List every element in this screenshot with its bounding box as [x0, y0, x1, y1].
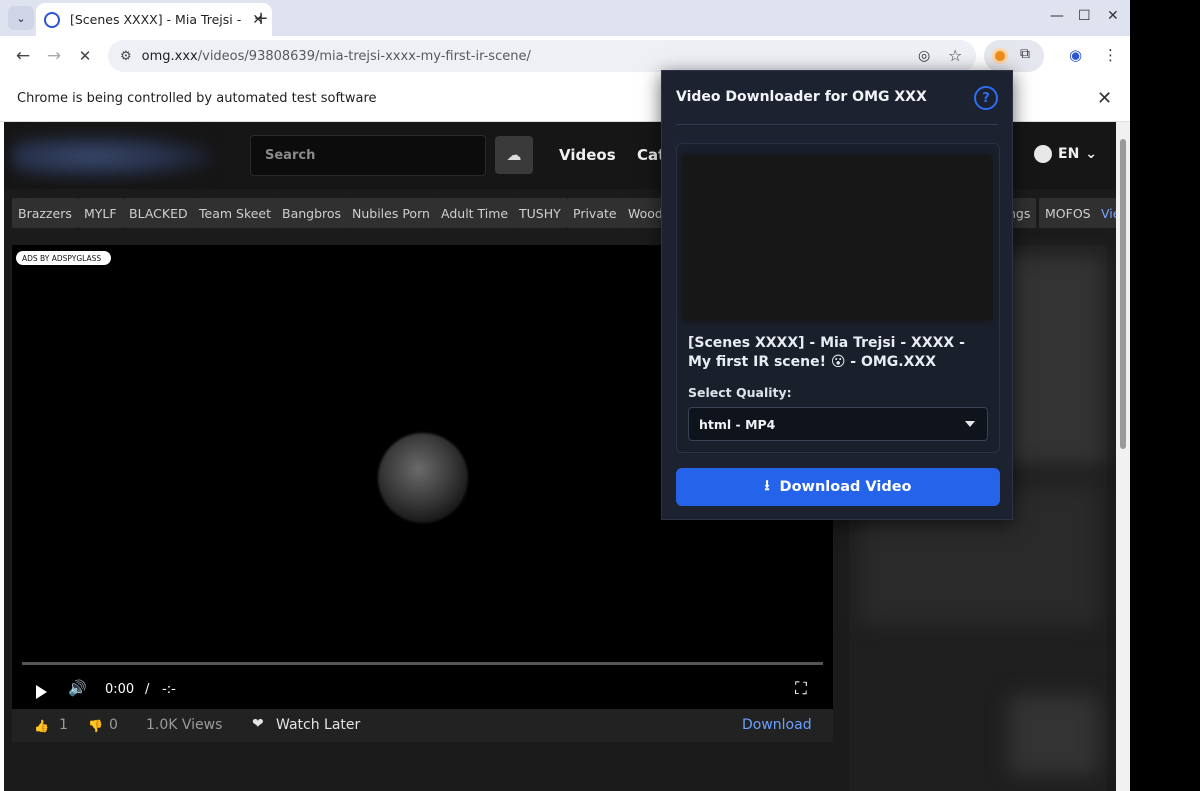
category-chip[interactable]: MOFOS [1039, 198, 1097, 228]
browser-menu-icon[interactable]: ⋮ [1103, 46, 1118, 64]
category-chip[interactable]: Bangbros [276, 198, 348, 228]
category-chip[interactable]: Vie [1095, 198, 1116, 228]
search-placeholder: Search [265, 148, 316, 163]
window-close-button[interactable]: ✕ [1107, 8, 1119, 24]
ads-badge[interactable]: ADS BY ADSPYGLASS [16, 251, 111, 265]
nav-videos-link[interactable]: Videos [559, 146, 616, 164]
address-bar[interactable]: ⚙ omg.xxx/videos/93808639/mia-trejsi-xxx… [108, 40, 976, 72]
related-thumbnail[interactable] [999, 255, 1104, 465]
video-card: [Scenes XXXX] - Mia Trejsi - XXXX - My f… [676, 143, 1000, 453]
language-selector[interactable]: EN ⌄ [1034, 145, 1097, 163]
stop-loading-button[interactable]: ✕ [73, 44, 97, 68]
download-link[interactable]: Download [742, 717, 812, 733]
video-meta-bar: 👍 1 👎 0 1.0K Views ❤ Watch Later Downloa… [12, 709, 833, 742]
back-button[interactable]: ← [11, 44, 35, 68]
like-count: 1 [59, 717, 68, 733]
cloud-upload-icon: ☁ [506, 146, 522, 164]
category-chip[interactable]: BLACKED [123, 198, 194, 228]
scrollbar-thumb[interactable] [1120, 139, 1126, 449]
minimize-button[interactable]: — [1050, 8, 1064, 24]
video-thumbnail [681, 154, 993, 322]
play-button[interactable] [36, 685, 47, 699]
profile-icon[interactable]: ◉ [1069, 46, 1082, 64]
category-chip[interactable]: Brazzers [12, 198, 78, 228]
category-chip[interactable]: Team Skeet [193, 198, 278, 228]
loading-spinner [378, 433, 468, 523]
help-icon[interactable]: ? [974, 86, 998, 110]
tab-strip: ⌄ [Scenes XXXX] - Mia Trejsi - XXXX - My… [0, 0, 1130, 36]
related-thumbnail[interactable] [1009, 695, 1099, 775]
watch-later-button[interactable]: Watch Later [276, 717, 360, 733]
site-logo[interactable] [12, 134, 212, 179]
category-chip[interactable]: TUSHY [513, 198, 567, 228]
dislike-icon[interactable]: 👎 [88, 719, 103, 733]
infobar-close-icon[interactable]: ✕ [1097, 88, 1112, 109]
category-chip[interactable]: Nubiles Porn [346, 198, 436, 228]
video-downloader-popup: Video Downloader for OMG XXX ? [Scenes X… [661, 70, 1013, 520]
tab-title: [Scenes XXXX] - Mia Trejsi - XXXX - My f… [70, 12, 246, 27]
new-tab-button[interactable]: + [250, 6, 272, 30]
total-time: -:- [162, 682, 176, 697]
video-progress-bar[interactable] [22, 662, 823, 665]
dropdown-caret-icon [965, 421, 975, 427]
quality-selected-value: html - MP4 [699, 416, 776, 432]
url-path: /videos/93808639/mia-trejsi-xxxx-my-firs… [197, 48, 531, 64]
fullscreen-icon[interactable]: ⛶ [795, 679, 807, 699]
eye-off-icon[interactable]: ◎ [918, 48, 930, 64]
video-title: [Scenes XXXX] - Mia Trejsi - XXXX - My f… [688, 335, 965, 370]
current-time: 0:00 [105, 682, 135, 697]
time-separator: / [145, 682, 150, 697]
quality-label: Select Quality: [688, 385, 792, 400]
dislike-count: 0 [109, 717, 118, 733]
site-favicon-icon [44, 11, 60, 28]
tab-search-button[interactable]: ⌄ [8, 6, 34, 30]
quality-select[interactable]: html - MP4 [688, 407, 988, 441]
category-chip[interactable]: Private [567, 198, 623, 228]
active-tab[interactable]: [Scenes XXXX] - Mia Trejsi - XXXX - My f… [36, 3, 272, 36]
extensions-group: ⧉ [984, 40, 1044, 72]
heart-icon[interactable]: ❤ [252, 716, 264, 732]
chevron-down-icon: ⌄ [16, 11, 26, 25]
bookmark-star-icon[interactable]: ☆ [948, 46, 962, 65]
url-text: omg.xxx/videos/93808639/mia-trejsi-xxxx-… [142, 49, 531, 64]
language-code: EN [1058, 146, 1080, 162]
play-icon [36, 685, 47, 699]
extensions-puzzle-icon[interactable]: ⧉ [1020, 46, 1030, 62]
category-chip[interactable]: MYLF [78, 198, 123, 228]
download-button-label: Download Video [779, 479, 912, 495]
search-input[interactable]: Search [250, 135, 486, 176]
infobar-message: Chrome is being controlled by automated … [17, 91, 377, 106]
desktop-background [1130, 0, 1200, 791]
url-domain: omg.xxx [141, 48, 198, 64]
download-video-button[interactable]: ⭳ Download Video [676, 468, 1000, 506]
page-scrollbar[interactable] [1116, 122, 1130, 791]
site-info-icon[interactable]: ⚙ [120, 49, 132, 64]
video-downloader-extension-icon[interactable] [992, 48, 1008, 64]
like-icon[interactable]: 👍 [34, 719, 49, 733]
chevron-down-icon: ⌄ [1085, 146, 1098, 162]
maximize-button[interactable]: ☐ [1078, 8, 1091, 24]
volume-icon[interactable]: 🔊 [68, 679, 87, 697]
upload-button[interactable]: ☁ [495, 136, 533, 174]
forward-button[interactable]: → [42, 44, 66, 68]
view-count: 1.0K Views [146, 717, 223, 733]
download-icon: ⭳ [764, 477, 770, 494]
popup-title: Video Downloader for OMG XXX [676, 89, 927, 105]
category-chip[interactable]: Adult Time [435, 198, 515, 228]
globe-icon [1034, 145, 1052, 163]
divider [676, 124, 998, 125]
